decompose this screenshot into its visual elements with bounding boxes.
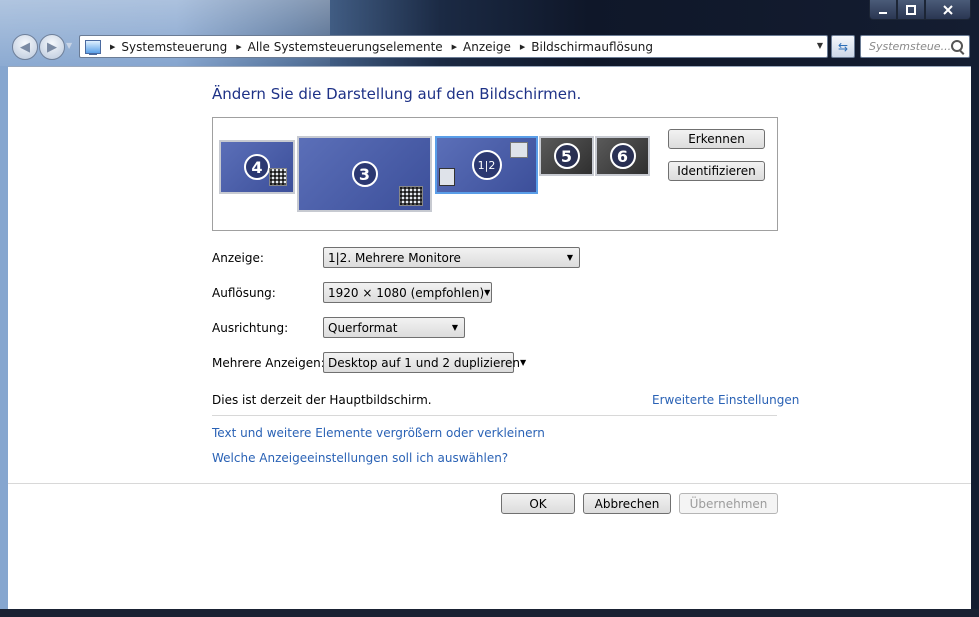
back-arrow-icon: ◀ xyxy=(20,39,30,55)
chevron-right-icon[interactable]: ▶ xyxy=(520,43,525,51)
search-field[interactable]: Systemsteue... xyxy=(860,35,970,58)
back-button[interactable]: ◀ xyxy=(12,34,38,60)
monitor-4[interactable]: 4 xyxy=(219,140,295,194)
display-select-value: 1|2. Mehrere Monitore xyxy=(328,250,461,265)
monitor-grid-icon xyxy=(399,186,423,206)
cancel-button[interactable]: Abbrechen xyxy=(583,493,671,514)
detect-button[interactable]: Erkennen xyxy=(668,129,765,149)
close-button[interactable] xyxy=(925,0,971,20)
resolution-select-value: 1920 × 1080 (empfohlen) xyxy=(328,285,485,300)
monitor-number-badge: 4 xyxy=(244,154,270,180)
chevron-down-icon: ▼ xyxy=(566,253,573,262)
monitor-1-2[interactable]: 1|2 xyxy=(435,136,538,194)
monitor-6[interactable]: 6 xyxy=(595,136,650,176)
text-size-link[interactable]: Text und weitere Elemente vergrößern ode… xyxy=(212,426,545,440)
monitor-screen-icon xyxy=(510,142,528,158)
chevron-right-icon[interactable]: ▶ xyxy=(236,43,241,51)
identify-button[interactable]: Identifizieren xyxy=(668,161,765,181)
monitor-arrangement: 4 3 1|2 5 6 Erkennen Identifizieren xyxy=(212,117,778,231)
search-placeholder: Systemsteue... xyxy=(869,40,952,53)
breadcrumb-item[interactable]: Bildschirmauflösung xyxy=(531,40,653,54)
monitor-number-badge: 6 xyxy=(609,143,636,169)
minimize-icon xyxy=(879,11,887,14)
monitor-grid-icon xyxy=(269,168,287,186)
monitor-5[interactable]: 5 xyxy=(539,136,594,176)
page-title: Ändern Sie die Darstellung auf den Bilds… xyxy=(212,85,582,103)
breadcrumb-item[interactable]: Systemsteuerung xyxy=(121,40,227,54)
monitor-number-badge: 3 xyxy=(351,161,378,187)
maximize-button[interactable] xyxy=(897,0,925,20)
chevron-right-icon[interactable]: ▶ xyxy=(452,43,457,51)
chevron-down-icon: ▼ xyxy=(451,323,458,332)
chevron-down-icon: ▼ xyxy=(520,358,527,367)
primary-display-note: Dies ist derzeit der Hauptbildschirm. xyxy=(212,393,432,407)
apply-button[interactable]: Übernehmen xyxy=(679,493,778,514)
display-settings-help-link[interactable]: Welche Anzeigeeinstellungen soll ich aus… xyxy=(212,451,508,465)
chevron-down-icon: ▼ xyxy=(484,288,491,297)
advanced-settings-link[interactable]: Erweiterte Einstellungen xyxy=(652,393,799,407)
maximize-icon xyxy=(906,4,916,15)
orientation-label: Ausrichtung: xyxy=(212,321,289,335)
breadcrumb-item[interactable]: Anzeige xyxy=(463,40,511,54)
computer-tower-icon xyxy=(439,168,455,186)
display-select[interactable]: 1|2. Mehrere Monitore ▼ xyxy=(323,247,580,268)
address-dropdown-icon[interactable]: ▼ xyxy=(817,41,823,50)
multiple-displays-select[interactable]: Desktop auf 1 und 2 duplizieren ▼ xyxy=(323,352,526,373)
resolution-select[interactable]: 1920 × 1080 (empfohlen) ▼ xyxy=(323,282,492,303)
refresh-button[interactable]: ⇆ xyxy=(831,35,855,58)
window-bottom-frame xyxy=(0,609,979,617)
monitor-number-badge: 1|2 xyxy=(471,150,502,180)
monitor-number-badge: 5 xyxy=(553,143,580,169)
minimize-button[interactable] xyxy=(869,0,897,20)
breadcrumb: ▶ Systemsteuerung ▶ Alle Systemsteuerung… xyxy=(101,40,653,54)
search-icon[interactable] xyxy=(951,40,963,52)
resolution-label: Auflösung: xyxy=(212,286,276,300)
breadcrumb-item[interactable]: Alle Systemsteuerungselemente xyxy=(248,40,443,54)
refresh-icon: ⇆ xyxy=(837,39,849,54)
multiple-displays-select-value: Desktop auf 1 und 2 duplizieren xyxy=(328,355,521,370)
display-label: Anzeige: xyxy=(212,251,264,265)
monitor-3[interactable]: 3 xyxy=(297,136,432,212)
divider xyxy=(212,415,777,416)
forward-arrow-icon: ▶ xyxy=(47,39,57,55)
footer-divider xyxy=(8,483,971,484)
address-bar[interactable]: ▶ Systemsteuerung ▶ Alle Systemsteuerung… xyxy=(79,35,828,58)
recent-pages-dropdown[interactable]: ▼ xyxy=(66,41,72,50)
control-panel-icon xyxy=(85,39,101,55)
forward-button[interactable]: ▶ xyxy=(39,34,65,60)
content-pane: Ändern Sie die Darstellung auf den Bilds… xyxy=(8,66,971,610)
chevron-right-icon[interactable]: ▶ xyxy=(110,43,115,51)
caption-buttons xyxy=(869,0,971,20)
multiple-displays-label: Mehrere Anzeigen: xyxy=(212,356,325,370)
close-icon xyxy=(943,4,953,15)
orientation-select[interactable]: Querformat ▼ xyxy=(323,317,465,338)
orientation-select-value: Querformat xyxy=(328,320,398,335)
ok-button[interactable]: OK xyxy=(501,493,575,514)
